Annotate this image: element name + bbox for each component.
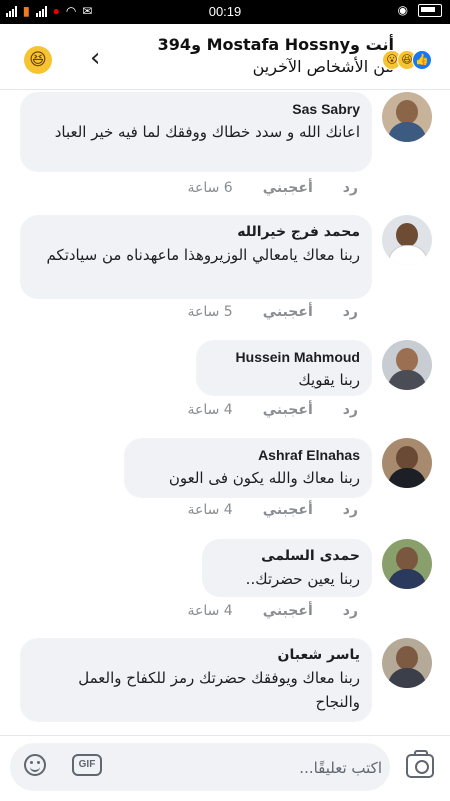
eye-icon: ◉ [397, 3, 408, 17]
status-time: 00:19 [208, 4, 242, 19]
comment-bubble[interactable]: Ashraf Elnahas ربنا معاك والله يكون فى ا… [124, 438, 372, 498]
header-subtitle: من الأشخاص الآخرين [252, 57, 394, 76]
comment-actions: 4 ساعة أعجبني رد [187, 402, 358, 418]
avatar[interactable] [382, 340, 432, 390]
reactions-summary[interactable]: أنت وMostafa Hossny و394 من الأشخاص الآخ… [94, 34, 394, 78]
comment-actions: 4 ساعة أعجبني رد [187, 502, 358, 518]
comment-author[interactable]: Sas Sabry [34, 100, 360, 118]
header-title: أنت وMostafa Hossny و394 [157, 35, 394, 54]
comment-actions: 6 ساعة أعجبني رد [187, 180, 358, 196]
comment-time[interactable]: 4 ساعة [187, 402, 232, 418]
like-button[interactable]: أعجبني [263, 304, 313, 320]
reaction-icons[interactable]: 👍 😆 😮 [382, 50, 432, 70]
avatar[interactable] [382, 92, 432, 142]
like-button[interactable]: أعجبني [263, 502, 313, 518]
comment-author[interactable]: Ashraf Elnahas [138, 446, 360, 464]
comment-text: ربنا معاك والله يكون فى العون [168, 469, 360, 487]
reply-button[interactable]: رد [343, 180, 358, 196]
reply-button[interactable]: رد [343, 304, 358, 320]
battery-icon [418, 3, 442, 17]
like-icon: 👍 [412, 50, 432, 70]
reply-button[interactable]: رد [343, 402, 358, 418]
avatar[interactable] [382, 438, 432, 488]
comment-author[interactable]: حمدى السلمى [216, 547, 360, 565]
avatar[interactable] [382, 638, 432, 688]
status-icons-right: ◉ [398, 3, 442, 17]
comment-text: ربنا يقويك [298, 371, 360, 389]
comment-bubble[interactable]: Sas Sabry اعانك الله و سدد خطاك ووفقك لم… [20, 92, 372, 172]
comment-actions: 4 ساعة أعجبني رد [187, 603, 358, 619]
comment-time[interactable]: 5 ساعة [187, 304, 232, 320]
comment-text: ربنا معاك ويوفقك حضرتك رمز للكفاح والعمل… [78, 669, 360, 711]
comment-time[interactable]: 4 ساعة [187, 502, 232, 518]
comment-bubble[interactable]: محمد فرج خيرالله ربنا معاك يامعالي الوزي… [20, 215, 372, 299]
status-bar: ▮ ● ◠ ✉ 00:19 ◉ [0, 0, 450, 24]
comment-time[interactable]: 6 ساعة [187, 180, 232, 196]
gif-icon[interactable]: GIF [72, 754, 102, 776]
reply-button[interactable]: رد [343, 502, 358, 518]
comment-text: ربنا يعين حضرتك.. [245, 570, 360, 588]
avatar[interactable] [382, 539, 432, 589]
comments-header: 😆 ‹ أنت وMostafa Hossny و394 من الأشخاص … [0, 24, 450, 90]
comment-text: اعانك الله و سدد خطاك ووفقك لما فيه خير … [54, 123, 360, 141]
comment-input[interactable] [140, 750, 384, 786]
header-divider [0, 89, 450, 90]
comment-author[interactable]: محمد فرج خيرالله [34, 223, 360, 241]
avatar[interactable] [382, 215, 432, 265]
comment-compose-bar: GIF [0, 735, 450, 801]
comment-bubble[interactable]: Hussein Mahmoud ربنا يقويك [196, 340, 372, 396]
comment-author[interactable]: ياسر شعبان [34, 646, 360, 664]
emoji-icon[interactable] [24, 754, 46, 776]
comment-bubble[interactable]: ياسر شعبان ربنا معاك ويوفقك حضرتك رمز لل… [20, 638, 372, 722]
comment-actions: 5 ساعة أعجبني رد [187, 304, 358, 320]
comment-text: ربنا معاك يامعالي الوزيروهذا ماعهدناه من… [46, 246, 360, 264]
reply-button[interactable]: رد [343, 603, 358, 619]
comment-time[interactable]: 4 ساعة [187, 603, 232, 619]
comment-bubble[interactable]: حمدى السلمى ربنا يعين حضرتك.. [202, 539, 372, 597]
like-button[interactable]: أعجبني [263, 180, 313, 196]
like-button[interactable]: أعجبني [263, 603, 313, 619]
haha-reaction-icon[interactable]: 😆 [24, 46, 52, 74]
comment-author[interactable]: Hussein Mahmoud [210, 348, 360, 366]
camera-icon[interactable] [406, 750, 434, 778]
like-button[interactable]: أعجبني [263, 402, 313, 418]
